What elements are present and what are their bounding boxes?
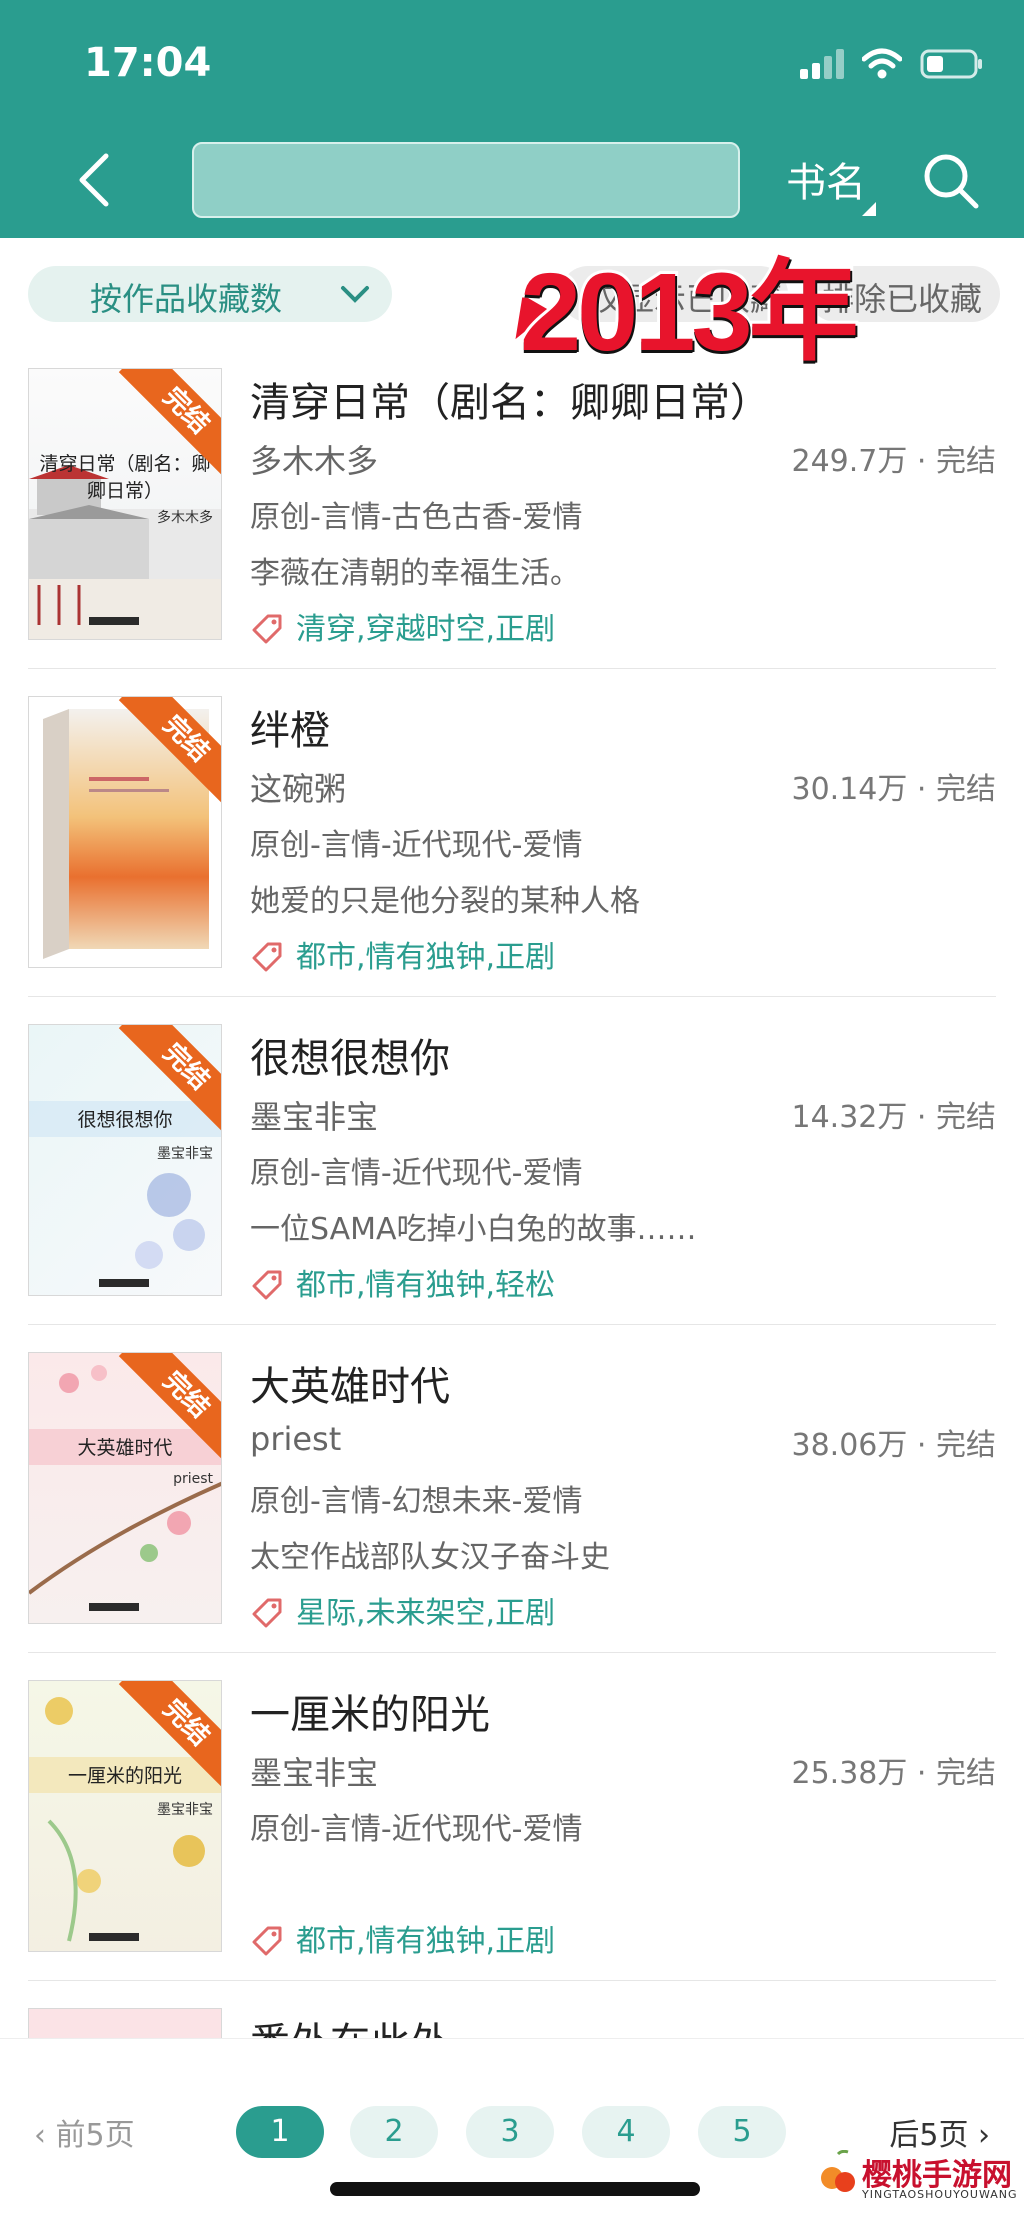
cover-author: priest: [173, 1471, 213, 1487]
cherry-logo-icon: [821, 2150, 855, 2192]
prev-pages-button[interactable]: ‹ 前5页: [34, 2110, 135, 2154]
book-count: 25.38万 · 完结: [791, 1756, 997, 1791]
book-item[interactable]: 一厘米的阳光 墨宝非宝 完结 一厘米的阳光 墨宝非宝 25.38万 · 完结 原…: [0, 1680, 1024, 2008]
book-title: 大英雄时代: [250, 1364, 450, 1410]
book-count: 14.32万 · 完结: [791, 1100, 997, 1135]
battery-icon: [920, 49, 982, 79]
book-title: 一厘米的阳光: [250, 1692, 490, 1738]
search-icon[interactable]: [920, 150, 980, 210]
book-genre: 原创-言情-古色古香-爱情: [250, 500, 583, 535]
chevron-down-icon: [341, 286, 369, 303]
cover-title: 一厘米的阳光: [67, 1765, 182, 1787]
page-button-5[interactable]: 5: [698, 2106, 786, 2158]
cover-title: 大英雄时代: [77, 1437, 173, 1459]
book-cover: 大英雄时代 priest 完结: [28, 1352, 222, 1624]
divider: [28, 1980, 996, 1981]
signal-icon: [800, 49, 844, 79]
cover-author: 墨宝非宝: [157, 1146, 213, 1162]
sort-label: 按作品收藏数: [90, 280, 283, 318]
dropdown-triangle-icon: [862, 202, 876, 216]
search-input[interactable]: [192, 142, 740, 218]
book-author[interactable]: 多木木多: [250, 436, 378, 482]
prev-pages-label: 前5页: [55, 2118, 135, 2153]
watermark-subtext: YINGTAOSHOUYOUWANG: [862, 2188, 1018, 2201]
book-count: 38.06万 · 完结: [791, 1428, 997, 1463]
book-desc: 李薇在清朝的幸福生活。: [250, 556, 580, 591]
chevron-right-icon: ›: [968, 2118, 990, 2153]
cover-title: 清穿日常（剧名：卿卿日常）: [39, 453, 211, 502]
book-cover: [28, 2008, 222, 2038]
tag-icon: [252, 1598, 282, 1628]
book-cover: 清穿日常（剧名：卿卿日常） 多木木多 完结: [28, 368, 222, 640]
page-button-1[interactable]: 1: [236, 2106, 324, 2158]
year-overlay-text: 2013年: [517, 248, 862, 377]
wifi-icon: [862, 48, 902, 79]
book-author[interactable]: priest: [250, 1420, 341, 1458]
next-pages-button[interactable]: 后5页 ›: [889, 2110, 990, 2154]
next-pages-label: 后5页: [889, 2118, 969, 2153]
book-genre: 原创-言情-近代现代-爱情: [250, 1812, 583, 1847]
search-type-select[interactable]: 书名: [786, 150, 866, 208]
home-indicator: [330, 2182, 700, 2196]
book-genre: 原创-言情-幻想未来-爱情: [250, 1484, 583, 1519]
app-header: 17:04 书名: [0, 0, 1024, 238]
cover-author: 多木木多: [157, 510, 213, 526]
tag-icon: [252, 1270, 282, 1300]
back-icon[interactable]: [70, 150, 120, 210]
book-tags: 星际,未来架空,正剧: [296, 1596, 556, 1631]
book-item[interactable]: 很想很想你 墨宝非宝 完结 很想很想你 墨宝非宝 14.32万 · 完结 原创-…: [0, 1024, 1024, 1352]
book-author[interactable]: 这碗粥: [250, 764, 346, 810]
divider: [28, 1652, 996, 1653]
chevron-left-icon: ‹: [34, 2118, 56, 2153]
divider: [28, 668, 996, 669]
book-tags: 清穿,穿越时空,正剧: [296, 612, 556, 647]
book-cover: 很想很想你 墨宝非宝 完结: [28, 1024, 222, 1296]
tag-icon: [252, 614, 282, 644]
book-desc: 一位SAMA吃掉小白兔的故事……: [250, 1212, 697, 1247]
book-author[interactable]: 墨宝非宝: [250, 1748, 378, 1794]
status-icons: [800, 44, 984, 84]
divider: [28, 1324, 996, 1325]
cover-title: 很想很想你: [77, 1109, 173, 1131]
book-item[interactable]: 完结 绊橙 这碗粥 30.14万 · 完结 原创-言情-近代现代-爱情 她爱的只…: [0, 696, 1024, 1024]
book-genre: 原创-言情-近代现代-爱情: [250, 828, 583, 863]
book-title: 番外在此外: [250, 2010, 450, 2038]
book-tags: 都市,情有独钟,正剧: [296, 940, 556, 975]
tag-icon: [252, 1926, 282, 1956]
book-tags: 都市,情有独钟,轻松: [296, 1268, 556, 1303]
book-title: 很想很想你: [250, 1036, 450, 1082]
book-title: 绊橙: [250, 708, 330, 754]
tag-icon: [252, 942, 282, 972]
book-cover: 完结: [28, 696, 222, 968]
book-item[interactable]: 清穿日常（剧名：卿卿日常） 多木木多 完结 清穿日常（剧名：卿卿日常） 多木木多…: [0, 368, 1024, 696]
book-count: 30.14万 · 完结: [791, 772, 997, 807]
book-desc: 她爱的只是他分裂的某种人格: [250, 884, 640, 919]
book-genre: 原创-言情-近代现代-爱情: [250, 1156, 583, 1191]
status-time: 17:04: [84, 40, 212, 86]
book-item[interactable]: 番外在此外: [0, 2008, 1024, 2038]
book-cover: 一厘米的阳光 墨宝非宝 完结: [28, 1680, 222, 1952]
divider: [28, 996, 996, 997]
book-count: 249.7万 · 完结: [791, 444, 997, 479]
book-item[interactable]: 大英雄时代 priest 完结 大英雄时代 priest 38.06万 · 完结…: [0, 1352, 1024, 1680]
cover-author: 墨宝非宝: [157, 1802, 213, 1818]
book-tags: 都市,情有独钟,正剧: [296, 1924, 556, 1959]
book-title: 清穿日常（剧名：卿卿日常）: [250, 380, 770, 426]
page-button-4[interactable]: 4: [582, 2106, 670, 2158]
book-desc: 太空作战部队女汉子奋斗史: [250, 1540, 610, 1575]
page-button-3[interactable]: 3: [466, 2106, 554, 2158]
page-button-2[interactable]: 2: [350, 2106, 438, 2158]
book-author[interactable]: 墨宝非宝: [250, 1092, 378, 1138]
